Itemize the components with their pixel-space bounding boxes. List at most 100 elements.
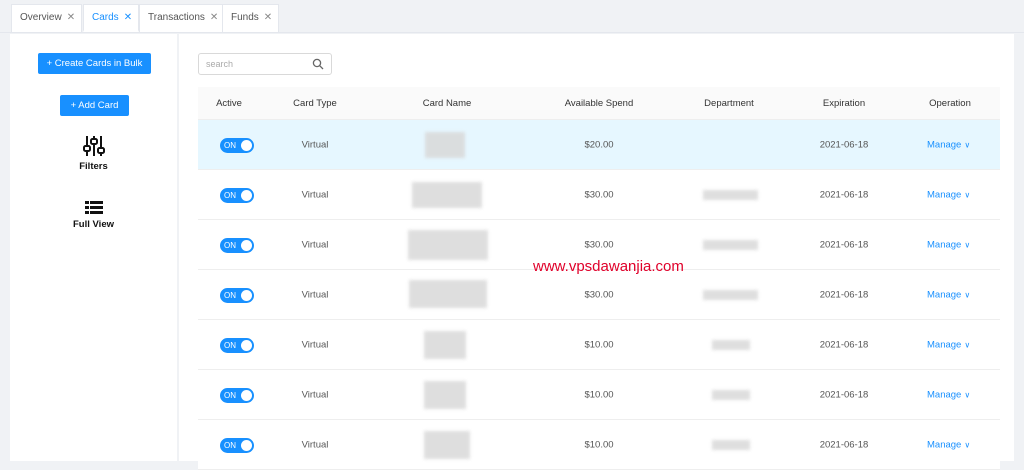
tab-funds[interactable]: Funds ✕ (222, 4, 280, 32)
toggle-label: ON (224, 191, 236, 200)
expiration-date: 2021-06-18 (819, 289, 869, 300)
active-toggle[interactable]: ON (220, 288, 254, 303)
create-cards-in-bulk-button[interactable]: + Create Cards in Bulk (38, 53, 151, 74)
main-content: Active Card Type Card Name Available Spe… (179, 34, 1014, 470)
manage-label: Manage (927, 189, 962, 200)
toggle-knob (241, 140, 252, 151)
tab-overview[interactable]: Overview ✕ (11, 4, 83, 32)
toggle-knob (241, 240, 252, 251)
expiration-date: 2021-06-18 (819, 239, 869, 250)
sidebar: + Create Cards in Bulk + Add Card Filter… (10, 34, 177, 461)
chevron-down-icon: ∨ (964, 190, 971, 199)
available-spend: $30.00 (584, 189, 614, 200)
card-name-redacted (425, 132, 465, 158)
chevron-down-icon: ∨ (964, 290, 971, 299)
filters-label: Filters (79, 161, 108, 172)
watermark-text: www.vpsdawanjia.com (533, 258, 684, 275)
department-redacted (703, 290, 758, 300)
chevron-down-icon: ∨ (964, 140, 971, 149)
card-type: Virtual (301, 389, 329, 400)
column-header-card-type: Card Type (293, 98, 337, 109)
toggle-knob (241, 290, 252, 301)
toggle-knob (241, 440, 252, 451)
card-name-redacted (424, 331, 466, 359)
toggle-label: ON (224, 341, 236, 350)
manage-dropdown[interactable]: Manage ∨ (927, 289, 970, 300)
department-redacted (703, 240, 758, 250)
department-redacted (703, 190, 758, 200)
card-type: Virtual (301, 239, 329, 250)
active-toggle[interactable]: ON (220, 238, 254, 253)
chevron-down-icon: ∨ (964, 240, 971, 249)
manage-dropdown[interactable]: Manage ∨ (927, 389, 970, 400)
active-toggle[interactable]: ON (220, 188, 254, 203)
manage-dropdown[interactable]: Manage ∨ (927, 339, 970, 350)
manage-dropdown[interactable]: Manage ∨ (927, 439, 970, 450)
manage-label: Manage (927, 389, 962, 400)
tab-transactions[interactable]: Transactions ✕ (139, 4, 226, 32)
close-icon[interactable]: ✕ (210, 12, 218, 23)
filters-icon (82, 136, 105, 156)
column-header-active: Active (216, 98, 242, 109)
available-spend: $10.00 (584, 339, 614, 350)
tab-label: Cards (92, 12, 119, 23)
card-type: Virtual (301, 339, 329, 350)
chevron-down-icon: ∨ (964, 440, 971, 449)
toggle-knob (241, 390, 252, 401)
card-name-redacted (424, 431, 470, 459)
table-row[interactable]: ON Virtual $10.00 2021-06-18 Manage ∨ (198, 420, 1000, 470)
manage-label: Manage (927, 289, 962, 300)
close-icon[interactable]: ✕ (264, 12, 272, 23)
column-header-available-spend: Available Spend (564, 98, 634, 109)
tab-label: Overview (20, 12, 62, 23)
table-header: Active Card Type Card Name Available Spe… (198, 87, 1000, 120)
toggle-label: ON (224, 391, 236, 400)
search-icon[interactable] (312, 58, 324, 70)
close-icon[interactable]: ✕ (124, 12, 132, 23)
toggle-knob (241, 340, 252, 351)
table-row[interactable]: ON Virtual $20.00 2021-06-18 Manage ∨ (198, 120, 1000, 170)
filters-button[interactable]: Filters (10, 134, 177, 172)
card-name-redacted (412, 182, 482, 208)
available-spend: $20.00 (584, 139, 614, 150)
table-row[interactable]: ON Virtual $10.00 2021-06-18 Manage ∨ (198, 370, 1000, 420)
tab-bar: Overview ✕ Cards ✕ Transactions ✕ Funds ✕ (0, 0, 1024, 33)
add-card-button[interactable]: + Add Card (60, 95, 129, 116)
card-type: Virtual (301, 439, 329, 450)
active-toggle[interactable]: ON (220, 138, 254, 153)
active-toggle[interactable]: ON (220, 338, 254, 353)
department-redacted (712, 440, 750, 450)
card-name-redacted (408, 230, 488, 260)
card-type: Virtual (301, 189, 329, 200)
table-row[interactable]: ON Virtual $30.00 2021-06-18 Manage ∨ (198, 170, 1000, 220)
available-spend: $30.00 (584, 239, 614, 250)
expiration-date: 2021-06-18 (819, 339, 869, 350)
search-box (198, 53, 332, 75)
available-spend: $10.00 (584, 439, 614, 450)
manage-label: Manage (927, 239, 962, 250)
manage-label: Manage (927, 339, 962, 350)
active-toggle[interactable]: ON (220, 438, 254, 453)
expiration-date: 2021-06-18 (819, 389, 869, 400)
manage-dropdown[interactable]: Manage ∨ (927, 189, 970, 200)
expiration-date: 2021-06-18 (819, 139, 869, 150)
manage-dropdown[interactable]: Manage ∨ (927, 239, 970, 250)
search-input[interactable] (199, 54, 304, 74)
toggle-label: ON (224, 141, 236, 150)
manage-label: Manage (927, 139, 962, 150)
column-header-card-name: Card Name (422, 98, 472, 109)
table-row[interactable]: ON Virtual $30.00 2021-06-18 Manage ∨ (198, 270, 1000, 320)
expiration-date: 2021-06-18 (819, 189, 869, 200)
available-spend: $10.00 (584, 389, 614, 400)
full-view-button[interactable]: Full View (10, 200, 177, 230)
close-icon[interactable]: ✕ (67, 12, 75, 23)
tab-cards[interactable]: Cards ✕ (83, 4, 140, 32)
column-header-expiration: Expiration (822, 98, 866, 109)
chevron-down-icon: ∨ (964, 340, 971, 349)
column-header-department: Department (704, 98, 754, 109)
active-toggle[interactable]: ON (220, 388, 254, 403)
available-spend: $30.00 (584, 289, 614, 300)
manage-dropdown[interactable]: Manage ∨ (927, 139, 970, 150)
list-icon (84, 201, 103, 214)
table-row[interactable]: ON Virtual $10.00 2021-06-18 Manage ∨ (198, 320, 1000, 370)
